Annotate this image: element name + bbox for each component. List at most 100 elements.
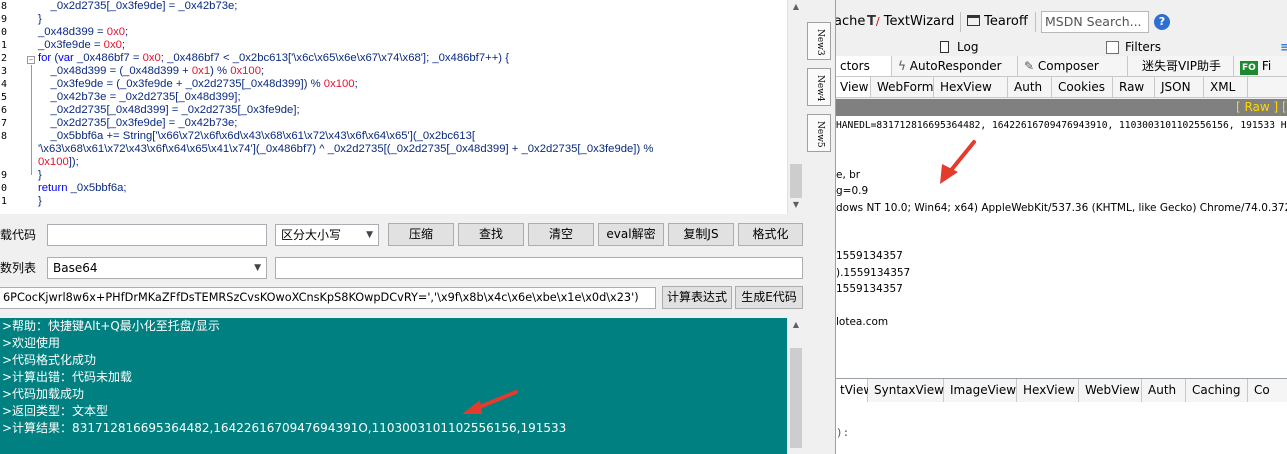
clear-button[interactable]: 清空: [528, 223, 594, 246]
code-scrollbar[interactable]: ▲ ▼: [787, 0, 803, 214]
tab-autoresponder[interactable]: ϟ AutoResponder: [892, 56, 1018, 76]
tab-caching[interactable]: Caching: [1186, 379, 1248, 402]
scroll-up-icon[interactable]: ▲: [788, 0, 803, 14]
code-line: _0x3fe9de = (_0x3fe9de + _0x2d2735[_0x48…: [38, 78, 358, 91]
line-number: 9: [1, 14, 8, 25]
tab-imageview[interactable]: ImageView: [944, 379, 1017, 402]
eval-decrypt-button[interactable]: eval解密: [598, 223, 664, 246]
raw-line: g=0.9: [836, 185, 869, 198]
log-tab[interactable]: Log: [957, 38, 978, 56]
raw-line: 1559134357: [836, 250, 903, 263]
code-token: ;: [125, 26, 129, 38]
toolbar-separator: [1035, 12, 1036, 32]
tab-hexview[interactable]: HexView: [1017, 379, 1079, 402]
tab-co[interactable]: Co: [1248, 379, 1287, 402]
tab-fiddler-orchestra[interactable]: FO Fi: [1234, 56, 1287, 76]
tab-composer[interactable]: ✎ Composer: [1018, 56, 1128, 76]
filters-checkbox[interactable]: [1106, 41, 1119, 54]
expression-input[interactable]: 6PCocKjwrl8w6x+PHfDrMKaZFfDsTEMRSzCvsKOw…: [0, 287, 656, 309]
find-button[interactable]: 查找: [458, 223, 524, 246]
response-text: ):: [836, 426, 850, 439]
tab-label: Fi: [1261, 59, 1272, 73]
tab-new5[interactable]: New5: [807, 114, 831, 152]
code-token: var: [58, 52, 74, 64]
tearoff-button[interactable]: Tearoff: [967, 10, 1028, 34]
gen-e-code-button[interactable]: 生成E代码: [735, 286, 803, 309]
tab-view[interactable]: View: [836, 77, 871, 97]
help-icon[interactable]: ?: [1154, 14, 1170, 30]
line-number-gutter: 8 9 0 1 2 3 4 5 6 7 8 9 0 1: [0, 0, 22, 214]
tab-hexview[interactable]: HexView: [934, 77, 1008, 97]
tab-xml[interactable]: XML: [1204, 77, 1248, 97]
tab-webforms[interactable]: WebForms: [871, 77, 940, 97]
code-line: _0x48d399 = (_0x48d399 + 0x1) % 0x100;: [38, 65, 265, 78]
code-token: ;: [121, 39, 126, 51]
code-line: for (var _0x486bf7 = 0x0; _0x486bf7 < _0…: [38, 52, 509, 65]
scroll-up-icon[interactable]: ▲: [788, 318, 804, 332]
console-line: >代码加载成功: [2, 387, 85, 401]
tab-auth[interactable]: Auth: [1008, 77, 1052, 97]
scroll-thumb[interactable]: [790, 348, 802, 448]
request-view-tabs: View WebForms HexView Auth Cookies Raw JSON XML: [836, 77, 1287, 98]
format-button[interactable]: 格式化: [738, 223, 803, 246]
tab-vip-helper[interactable]: 迷失哥VIP助手: [1128, 56, 1234, 76]
copy-js-button[interactable]: 复制JS: [668, 223, 734, 246]
line-number: [1, 143, 15, 156]
code-line: }: [38, 195, 42, 208]
console-line: >返回类型：文本型: [2, 404, 109, 418]
console-line: >帮助：快捷键Alt+Q最小化至托盘/显示: [2, 319, 220, 333]
msdn-search-input[interactable]: MSDN Search...: [1041, 11, 1149, 33]
filters-tab[interactable]: Filters: [1125, 38, 1161, 56]
code-token: _0x42b73e = _0x2d2735[_0x48d399];: [38, 91, 241, 103]
array-input[interactable]: [275, 257, 803, 279]
raw-line: HANEDL=831712816695364482, 1642261670947…: [836, 120, 1287, 131]
code-token: return: [38, 182, 68, 194]
line-number: 0: [1, 183, 8, 194]
request-raw-content[interactable]: HANEDL=831712816695364482, 1642261670947…: [836, 116, 1287, 378]
case-select[interactable]: 区分大小写 ▼: [275, 224, 379, 246]
encoding-select[interactable]: Base64 ▼: [47, 257, 267, 279]
compress-button[interactable]: 压缩: [388, 223, 454, 246]
tab-new4[interactable]: New4: [807, 68, 831, 106]
console-line: >计算结果：831712816695364482,164226167094769…: [2, 421, 567, 435]
raw-link[interactable]: [ Raw ]: [1236, 99, 1278, 116]
vertical-tab-strip: New3 New4 New5: [803, 0, 835, 214]
red-arrow-annotation: [462, 390, 518, 414]
console-scrollbar[interactable]: ▲: [787, 318, 803, 454]
toolbar-separator: [960, 12, 961, 32]
tab-syntaxview[interactable]: SyntaxView: [868, 379, 944, 402]
calc-expression-button[interactable]: 计算表达式: [662, 286, 732, 309]
code-token: ) %: [210, 65, 231, 77]
textwizard-icon-pen: ∕: [875, 15, 880, 28]
tab-cookies[interactable]: Cookies: [1052, 77, 1113, 97]
code-token: ;: [260, 65, 265, 77]
tab-inspectors[interactable]: ctors: [836, 56, 892, 76]
code-token: 0x100: [38, 156, 69, 168]
tab-webview[interactable]: WebView: [1079, 379, 1142, 402]
clear-cache-button[interactable]: ache: [836, 10, 865, 34]
code-editor[interactable]: 8 9 0 1 2 3 4 5 6 7 8 9 0 1 _0x2d2735[_0x3fe9de] = _0…: [0, 0, 803, 214]
tab-json[interactable]: JSON: [1155, 77, 1204, 97]
line-number: 0: [1, 27, 8, 38]
scroll-thumb[interactable]: [790, 164, 802, 198]
code-line: _0x2d2735[_0x3fe9de] = _0x42b73e;: [38, 117, 238, 130]
code-token: ]);: [68, 156, 79, 168]
textwizard-button[interactable]: T∕ TextWizard: [867, 10, 954, 34]
raw-line: dows NT 10.0; Win64; x64) AppleWebKit/53…: [836, 201, 1287, 214]
fold-toggle-icon[interactable]: −: [27, 56, 35, 64]
tab-new3[interactable]: New3: [807, 22, 831, 60]
tab-raw[interactable]: Raw: [1113, 77, 1155, 97]
line-number: 3: [1, 66, 8, 77]
chevron-down-icon: ▼: [254, 263, 261, 273]
output-console: >帮助：快捷键Alt+Q最小化至托盘/显示 >欢迎使用 >代码格式化成功 >计算出错：…: [0, 318, 787, 454]
tab-tview[interactable]: tView: [836, 379, 873, 402]
scroll-down-icon[interactable]: ▼: [788, 198, 803, 212]
response-content[interactable]: ):: [836, 402, 1287, 454]
code-token: _0x2d2735[_0x3fe9de] = _0x42b73e;: [38, 0, 238, 12]
raw-line: ).1559134357: [836, 266, 911, 279]
line-number: 4: [1, 79, 8, 90]
tab-auth[interactable]: Auth: [1142, 379, 1186, 402]
load-code-input[interactable]: [47, 224, 267, 246]
raw-line: e, br: [836, 168, 861, 181]
code-token: 0x0: [103, 39, 122, 51]
